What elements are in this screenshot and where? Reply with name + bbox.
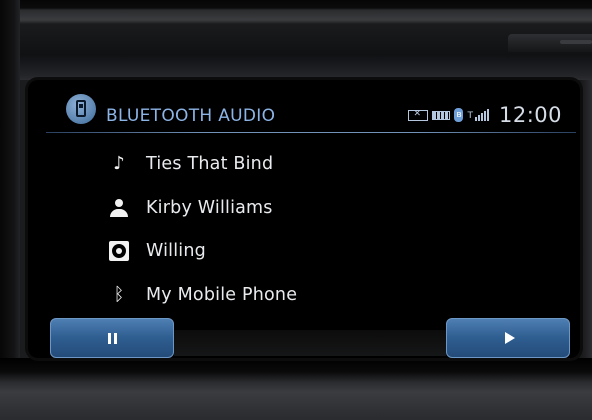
dashboard-vent bbox=[508, 34, 592, 52]
header-divider bbox=[46, 132, 576, 133]
song-title: Ties That Bind bbox=[146, 153, 274, 174]
artist-row: Kirby Williams bbox=[106, 186, 546, 230]
signal-icon: T bbox=[467, 109, 489, 121]
album-name: Willing bbox=[146, 241, 206, 262]
disc-icon bbox=[109, 241, 129, 262]
person-icon bbox=[110, 198, 128, 217]
pause-button[interactable] bbox=[50, 318, 174, 358]
album-row: Willing bbox=[106, 229, 546, 273]
clock: 12:00 bbox=[498, 103, 562, 127]
message-icon bbox=[408, 109, 429, 121]
screen-header: BLUETOOTH AUDIO ʙ T 12:00 bbox=[42, 90, 578, 134]
track-info-list: ♪ Ties That Bind Kirby Williams Willing … bbox=[106, 142, 546, 317]
control-bar bbox=[174, 330, 446, 356]
bluetooth-icon: ᛒ bbox=[113, 284, 125, 306]
play-button[interactable] bbox=[446, 318, 570, 358]
artist-name: Kirby Williams bbox=[146, 197, 273, 218]
screen-title: BLUETOOTH AUDIO bbox=[106, 106, 276, 126]
infotainment-screen: BLUETOOTH AUDIO ʙ T 12:00 ♪ Ties That Bi… bbox=[28, 80, 580, 358]
status-bar: ʙ T 12:00 bbox=[408, 102, 562, 128]
device-row: ᛒ My Mobile Phone bbox=[106, 273, 546, 317]
play-icon bbox=[504, 332, 515, 344]
battery-icon bbox=[432, 110, 451, 120]
dashboard-bezel-left bbox=[0, 0, 20, 420]
music-note-icon: ♪ bbox=[113, 153, 125, 175]
dashboard-bezel-right bbox=[578, 80, 592, 370]
phone-audio-icon bbox=[66, 94, 96, 124]
pause-icon bbox=[107, 332, 117, 344]
dashboard-bezel-top bbox=[0, 0, 592, 80]
dashboard-bezel-bottom bbox=[0, 358, 592, 420]
bluetooth-icon: ʙ bbox=[454, 108, 464, 122]
device-name: My Mobile Phone bbox=[146, 284, 298, 305]
song-row: ♪ Ties That Bind bbox=[106, 142, 546, 186]
